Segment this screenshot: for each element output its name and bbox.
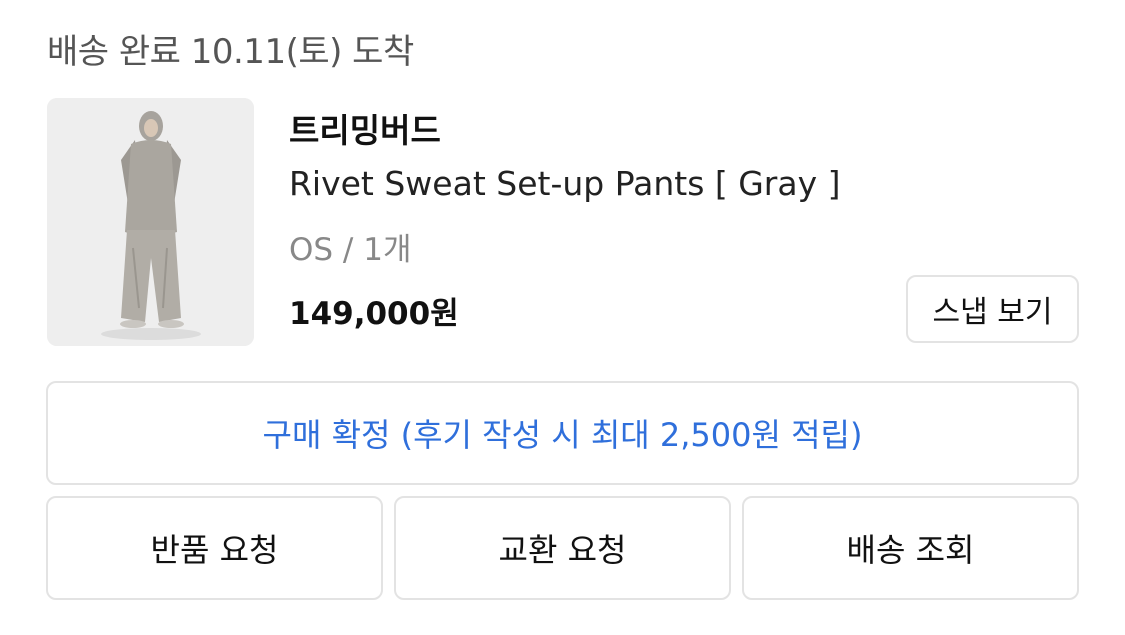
product-price: 149,000원 xyxy=(289,296,459,332)
view-snap-button[interactable]: 스냅 보기 xyxy=(906,275,1079,343)
track-delivery-button[interactable]: 배송 조회 xyxy=(742,496,1079,600)
return-request-button[interactable]: 반품 요청 xyxy=(46,496,383,600)
exchange-request-button[interactable]: 교환 요청 xyxy=(394,496,731,600)
brand-name[interactable]: 트리밍버드 xyxy=(289,104,441,152)
product-photo-illustration xyxy=(47,98,254,346)
delivery-status: 배송 완료 10.11(토) 도착 xyxy=(47,32,414,72)
product-option: OS / 1개 xyxy=(289,232,412,268)
product-title[interactable]: Rivet Sweat Set-up Pants [ Gray ] xyxy=(289,164,841,203)
confirm-purchase-button[interactable]: 구매 확정 (후기 작성 시 최대 2,500원 적립) xyxy=(46,381,1079,485)
product-image[interactable] xyxy=(47,98,254,346)
